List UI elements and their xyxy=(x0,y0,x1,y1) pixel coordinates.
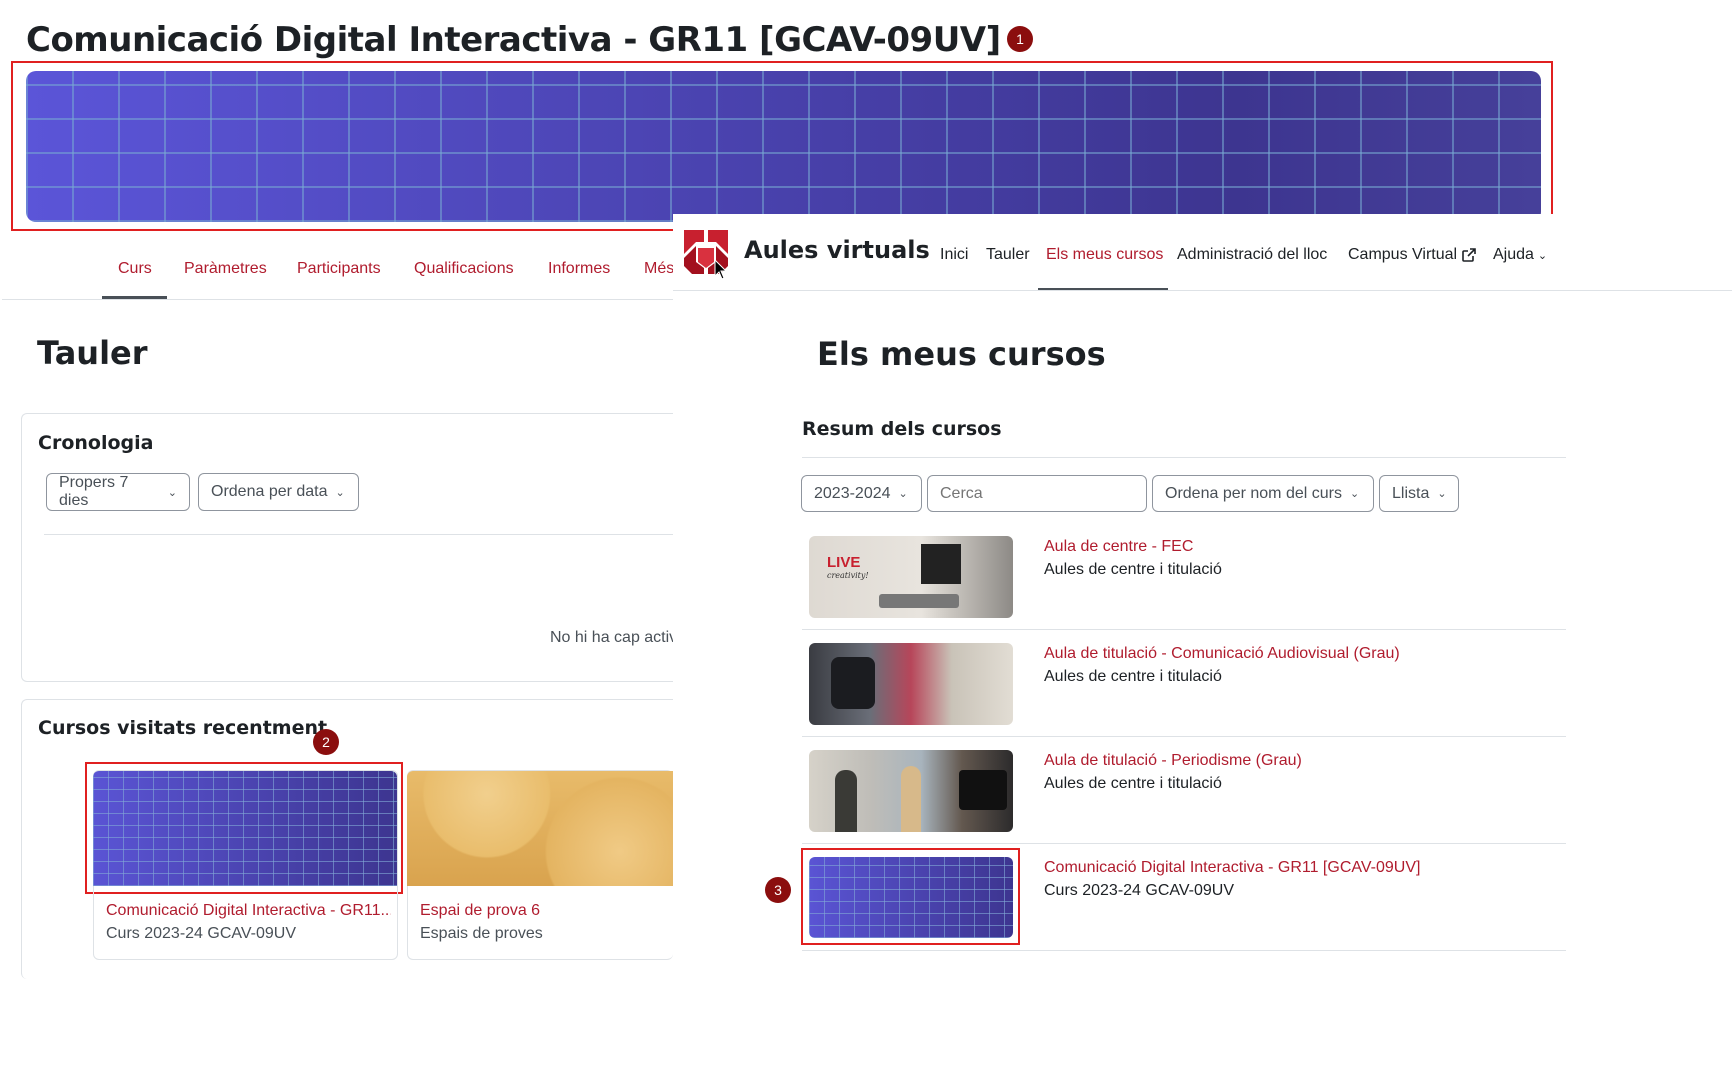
overview-divider xyxy=(802,457,1566,458)
course-row-divider xyxy=(802,843,1566,844)
chevron-down-icon: ⌄ xyxy=(1437,488,1447,500)
tab-participants[interactable]: Participants xyxy=(297,260,381,278)
course-4-category: Curs 2023-24 GCAV-09UV xyxy=(1044,882,1235,899)
tab-informes[interactable]: Informes xyxy=(548,260,610,278)
recent-course-2-category: Espais de proves xyxy=(420,925,543,942)
recent-course-1-image[interactable] xyxy=(93,771,397,886)
dashboard-title: Tauler xyxy=(37,334,148,372)
course-2-image-camera xyxy=(831,657,875,709)
recent-course-2-image[interactable] xyxy=(407,771,673,886)
course-1-image[interactable]: LIVE creativity! xyxy=(809,536,1013,618)
nav-campus-virtual-label: Campus Virtual xyxy=(1348,246,1458,263)
chevron-down-icon: ⌄ xyxy=(167,486,177,499)
nav-campus-virtual[interactable]: Campus Virtual xyxy=(1348,246,1477,264)
year-filter-dropdown[interactable]: 2023-2024 ⌄ xyxy=(801,475,922,512)
course-3-link[interactable]: Aula de titulació - Periodisme (Grau) xyxy=(1044,752,1302,770)
callout-2: 2 xyxy=(313,729,339,755)
tab-parametres[interactable]: Paràmetres xyxy=(184,260,267,278)
course-4-image[interactable] xyxy=(809,857,1013,938)
timeline-sort-dropdown[interactable]: Ordena per data ⌄ xyxy=(198,473,359,511)
recent-course-1-category: Curs 2023-24 GCAV-09UV xyxy=(106,925,297,942)
nav-inici[interactable]: Inici xyxy=(940,246,968,264)
tabs-divider xyxy=(2,299,673,300)
recent-course-1-link[interactable]: Comunicació Digital Interactiva - GR11..… xyxy=(106,902,391,920)
tab-mes[interactable]: Més xyxy=(644,260,673,278)
course-search-input[interactable] xyxy=(927,475,1147,512)
chevron-down-icon: ⌄ xyxy=(335,486,345,499)
timeline-title: Cronologia xyxy=(38,432,154,454)
course-row-divider xyxy=(802,736,1566,737)
topnav-divider xyxy=(673,290,1732,291)
course-sort-dropdown[interactable]: Ordena per nom del curs ⌄ xyxy=(1152,475,1374,512)
chevron-down-icon: ⌄ xyxy=(1537,250,1548,262)
year-filter-label: 2023-2024 xyxy=(814,484,891,502)
callout-1: 1 xyxy=(1007,26,1033,52)
course-2-category: Aules de centre i titulació xyxy=(1044,668,1222,685)
tab-qualificacions[interactable]: Qualificacions xyxy=(414,260,514,278)
timeline-empty-message: No hi ha cap activ xyxy=(550,629,673,646)
course-3-category: Aules de centre i titulació xyxy=(1044,775,1222,792)
course-3-image-person-1 xyxy=(835,770,857,832)
course-1-image-text: LIVE xyxy=(827,554,861,571)
chevron-down-icon: ⌄ xyxy=(1349,488,1360,500)
course-1-image-subtext: creativity! xyxy=(827,571,869,580)
course-2-image[interactable] xyxy=(809,643,1013,725)
course-3-image[interactable] xyxy=(809,750,1013,832)
recent-courses-title: Cursos visitats recentment xyxy=(38,717,328,739)
course-3-image-camera xyxy=(959,770,1007,810)
nav-ajuda-label: Ajuda xyxy=(1493,246,1534,263)
external-link-icon xyxy=(1461,247,1477,263)
callout-3: 3 xyxy=(765,877,791,903)
tab-curs[interactable]: Curs xyxy=(118,260,152,278)
timeline-divider xyxy=(44,534,673,535)
timeline-sort-label: Ordena per data xyxy=(211,483,328,500)
cursor-icon xyxy=(714,258,728,281)
course-3-image-person-2 xyxy=(901,766,921,832)
course-1-image-sofa xyxy=(879,594,959,608)
course-row-divider xyxy=(802,950,1566,951)
page-title: Comunicació Digital Interactiva - GR11 [… xyxy=(26,20,1001,60)
course-1-link[interactable]: Aula de centre - FEC xyxy=(1044,538,1193,556)
course-sort-label: Ordena per nom del curs xyxy=(1165,484,1342,502)
course-row-divider xyxy=(802,629,1566,630)
course-banner-image xyxy=(26,71,1541,222)
brand-name[interactable]: Aules virtuals xyxy=(744,236,930,264)
timeline-filter-label: Propers 7 dies xyxy=(59,474,129,509)
chevron-down-icon: ⌄ xyxy=(898,488,908,500)
mycourses-title: Els meus cursos xyxy=(817,335,1106,373)
recent-course-2-link[interactable]: Espai de prova 6 xyxy=(420,902,540,920)
view-mode-label: Llista xyxy=(1392,484,1430,502)
timeline-filter-dropdown[interactable]: Propers 7 dies ⌄ xyxy=(46,473,190,511)
nav-els-meus-cursos[interactable]: Els meus cursos xyxy=(1046,246,1163,264)
course-2-link[interactable]: Aula de titulació - Comunicació Audiovis… xyxy=(1044,645,1400,663)
nav-ajuda[interactable]: Ajuda ⌄ xyxy=(1493,246,1547,264)
nav-administracio[interactable]: Administració del lloc xyxy=(1177,246,1327,264)
course-4-link[interactable]: Comunicació Digital Interactiva - GR11 [… xyxy=(1044,859,1420,877)
course-1-image-window xyxy=(921,544,961,584)
nav-tauler[interactable]: Tauler xyxy=(986,246,1030,264)
view-mode-dropdown[interactable]: Llista ⌄ xyxy=(1379,475,1459,512)
course-1-category: Aules de centre i titulació xyxy=(1044,561,1222,578)
overview-title: Resum dels cursos xyxy=(802,418,1002,440)
